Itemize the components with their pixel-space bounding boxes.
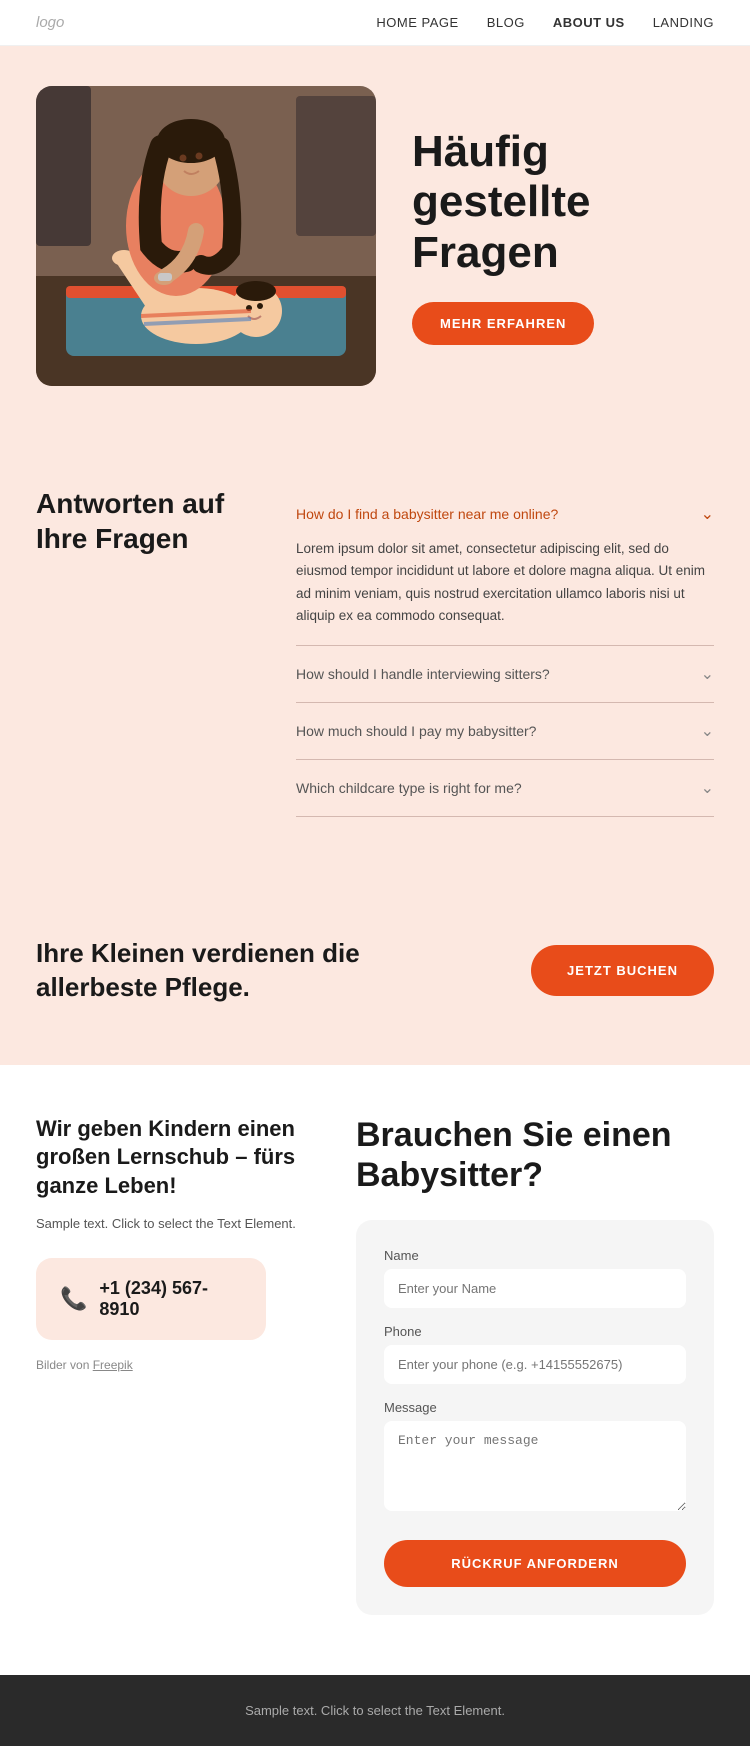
faq-item-4: Which childcare type is right for me? ⌄ [296,760,714,817]
logo: logo [36,14,64,31]
contact-left-title: Wir geben Kindern einen großen Lernschub… [36,1115,316,1201]
faq-chevron-4: ⌄ [701,778,714,798]
cta-title: Ihre Kleinen verdienen die allerbeste Pf… [36,937,376,1005]
faq-chevron-3: ⌄ [701,721,714,741]
nav-home[interactable]: HOME PAGE [376,15,458,30]
freepik-credit: Bilder von Freepik [36,1358,316,1372]
freepik-link[interactable]: Freepik [93,1358,133,1372]
freepik-text: Bilder von [36,1358,93,1372]
faq-left: Antworten auf Ihre Fragen [36,486,256,556]
jetzt-buchen-button[interactable]: JETZT BUCHEN [531,945,714,996]
faq-left-title: Antworten auf Ihre Fragen [36,486,256,556]
phone-input[interactable] [384,1345,686,1384]
hero-title: Häufig gestellte Fragen [412,127,714,279]
message-input[interactable] [384,1421,686,1511]
footer-text: Sample text. Click to select the Text El… [36,1703,714,1718]
faq-question-row-2[interactable]: How should I handle interviewing sitters… [296,664,714,684]
name-field-group: Name [384,1248,686,1308]
contact-form: Name Phone Message RÜCKRUF ANFORDERN [356,1220,714,1615]
faq-question-3: How much should I pay my babysitter? [296,723,536,739]
faq-chevron-2: ⌄ [701,664,714,684]
hero-image [36,86,376,386]
name-input[interactable] [384,1269,686,1308]
cta-section: Ihre Kleinen verdienen die allerbeste Pf… [0,877,750,1065]
nav-links: HOME PAGE BLOG ABOUT US LANDING [376,15,714,30]
faq-question-1: How do I find a babysitter near me onlin… [296,506,558,522]
contact-left-text: Sample text. Click to select the Text El… [36,1214,316,1234]
phone-field-group: Phone [384,1324,686,1384]
contact-left: Wir geben Kindern einen großen Lernschub… [36,1115,316,1372]
faq-section: Antworten auf Ihre Fragen How do I find … [0,436,750,877]
faq-item-1: How do I find a babysitter near me onlin… [296,486,714,646]
contact-right: Brauchen Sie einen Babysitter? Name Phon… [356,1115,714,1616]
faq-question-2: How should I handle interviewing sitters… [296,666,550,682]
faq-answer-1: Lorem ipsum dolor sit amet, consectetur … [296,538,714,627]
mehr-erfahren-button[interactable]: MEHR ERFAHREN [412,302,594,345]
message-label: Message [384,1400,686,1415]
contact-form-title: Brauchen Sie einen Babysitter? [356,1115,714,1197]
phone-label: Phone [384,1324,686,1339]
faq-question-row-3[interactable]: How much should I pay my babysitter? ⌄ [296,721,714,741]
faq-right: How do I find a babysitter near me onlin… [296,486,714,817]
phone-card: 📞 +1 (234) 567-8910 [36,1258,266,1340]
hero-text: Häufig gestellte Fragen MEHR ERFAHREN [412,127,714,346]
name-label: Name [384,1248,686,1263]
faq-item-3: How much should I pay my babysitter? ⌄ [296,703,714,760]
message-field-group: Message [384,1400,686,1516]
faq-question-4: Which childcare type is right for me? [296,780,522,796]
hero-section: Häufig gestellte Fragen MEHR ERFAHREN [0,46,750,436]
faq-item-2: How should I handle interviewing sitters… [296,646,714,703]
phone-icon: 📞 [60,1286,87,1312]
faq-question-row-1[interactable]: How do I find a babysitter near me onlin… [296,504,714,524]
nav-blog[interactable]: BLOG [487,15,525,30]
nav-landing[interactable]: LANDING [653,15,714,30]
faq-question-row-4[interactable]: Which childcare type is right for me? ⌄ [296,778,714,798]
navbar: logo HOME PAGE BLOG ABOUT US LANDING [0,0,750,46]
nav-about[interactable]: ABOUT US [553,15,625,30]
submit-button[interactable]: RÜCKRUF ANFORDERN [384,1540,686,1587]
contact-section: Wir geben Kindern einen großen Lernschub… [0,1065,750,1676]
faq-chevron-1: ⌄ [701,504,714,524]
phone-number: +1 (234) 567-8910 [99,1278,242,1320]
footer: Sample text. Click to select the Text El… [0,1675,750,1746]
